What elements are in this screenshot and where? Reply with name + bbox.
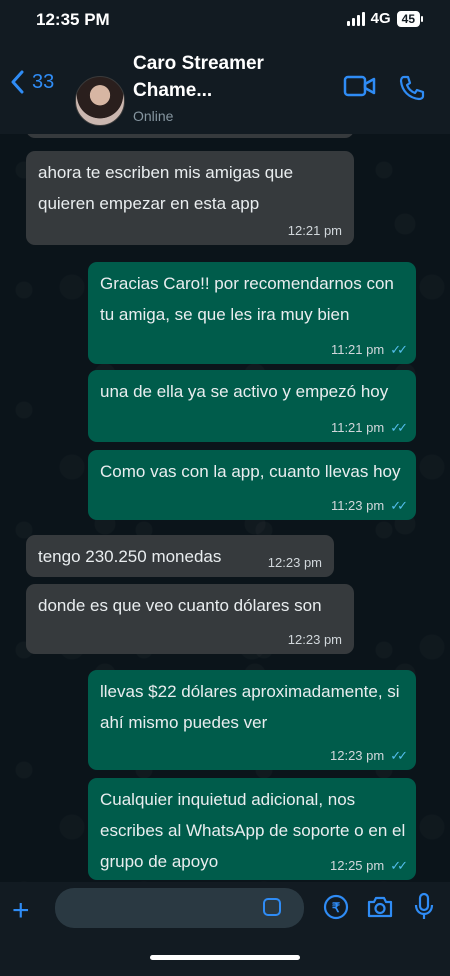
message-bubble-outgoing[interactable]: Como vas con la app, cuanto llevas hoy 1… xyxy=(88,450,416,520)
svg-text:₹: ₹ xyxy=(332,900,341,915)
message-bubble-incoming[interactable]: donde es que veo cuanto dólares son 12:2… xyxy=(26,584,354,654)
message-meta: 12:23 pm ✓✓ xyxy=(330,748,408,764)
signal-icon xyxy=(346,11,365,26)
message-time: 11:21 pm xyxy=(330,420,385,435)
status-bar: 12:35 PM 4G 45 xyxy=(0,0,450,42)
payment-icon[interactable]: ₹ xyxy=(322,893,350,921)
message-meta: 11:23 pm ✓✓ xyxy=(330,498,408,514)
message-meta: 12:21 pm xyxy=(288,223,342,239)
message-meta: 11:21 pm ✓✓ xyxy=(330,342,408,358)
camera-icon[interactable] xyxy=(366,894,394,920)
home-indicator xyxy=(150,955,300,960)
message-time: 12:23 pm xyxy=(287,632,342,647)
message-text: Gracias Caro!! por recomendarnos con tu … xyxy=(100,274,394,324)
message-bubble-incoming[interactable]: ahora te escriben mis amigas que quieren… xyxy=(26,151,354,245)
battery-icon: 45 xyxy=(396,10,424,27)
message-text: una de ella ya se activo y empezó hoy xyxy=(100,382,389,401)
presence-status: Online xyxy=(133,108,174,124)
message-time: 11:21 pm xyxy=(330,342,385,357)
message-time: 12:25 pm xyxy=(330,858,385,873)
back-chevron-icon xyxy=(11,70,24,94)
message-meta: 12:23 pm xyxy=(268,555,322,571)
message-bubble-outgoing[interactable]: Cualquier inquietud adicional, nos escri… xyxy=(88,778,416,880)
message-time: 12:23 pm xyxy=(267,555,322,570)
message-bubble-incoming[interactable]: tengo 230.250 monedas 12:23 pm xyxy=(26,535,334,577)
read-ticks-icon: ✓✓ xyxy=(390,748,408,763)
message-meta: 12:25 pm ✓✓ xyxy=(330,858,408,874)
message-text: ahora te escriben mis amigas que quieren… xyxy=(38,163,294,213)
status-time: 12:35 PM xyxy=(36,10,110,29)
message-text: donde es que veo cuanto dólares son xyxy=(38,596,322,615)
back-button[interactable]: 33 xyxy=(10,70,54,94)
message-bubble-outgoing[interactable]: llevas $22 dólares aproximadamente, si a… xyxy=(88,670,416,770)
phone-call-icon[interactable] xyxy=(398,74,426,102)
message-time: 12:23 pm xyxy=(330,748,385,763)
video-call-icon[interactable] xyxy=(343,74,377,98)
message-text: Como vas con la app, cuanto llevas hoy xyxy=(100,462,401,481)
read-ticks-icon: ✓✓ xyxy=(390,420,408,435)
message-time: 11:23 pm xyxy=(330,498,385,513)
message-text: tengo 230.250 monedas xyxy=(38,547,222,566)
message-meta: 12:23 pm xyxy=(288,632,342,648)
message-bubble-outgoing[interactable]: una de ella ya se activo y empezó hoy 11… xyxy=(88,370,416,442)
message-time: 12:21 pm xyxy=(287,223,342,238)
avatar[interactable] xyxy=(75,76,125,126)
composer-bar: + ₹ xyxy=(0,882,450,976)
contact-name[interactable]: Caro Streamer Chame... xyxy=(133,50,323,104)
plus-icon[interactable]: + xyxy=(12,896,30,926)
microphone-icon[interactable] xyxy=(414,892,434,922)
read-ticks-icon: ✓✓ xyxy=(390,858,408,873)
message-bubble-outgoing[interactable]: Gracias Caro!! por recomendarnos con tu … xyxy=(88,262,416,364)
read-ticks-icon: ✓✓ xyxy=(390,342,408,357)
chat-area[interactable]: ahora te escriben mis amigas que quieren… xyxy=(0,134,450,882)
status-indicators: 4G 45 xyxy=(346,10,424,27)
read-ticks-icon: ✓✓ xyxy=(390,498,408,513)
message-text: llevas $22 dólares aproximadamente, si a… xyxy=(100,682,400,732)
network-type: 4G xyxy=(370,10,391,27)
message-meta: 11:21 pm ✓✓ xyxy=(330,420,408,436)
message-bubble-partial xyxy=(26,134,354,138)
back-count: 33 xyxy=(32,70,55,93)
sticker-icon[interactable] xyxy=(263,898,281,916)
chat-header: 33 Caro Streamer Chame... Online xyxy=(0,42,450,134)
